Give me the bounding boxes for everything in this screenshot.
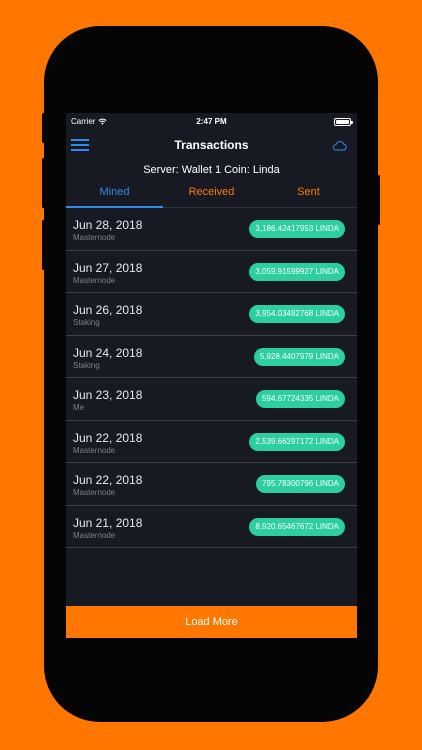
status-time: 2:47 PM <box>196 117 227 126</box>
transaction-row[interactable]: Jun 27, 2018 Masternode 3,059.91599927 L… <box>66 251 357 293</box>
transaction-type: Masternode <box>73 233 116 242</box>
transaction-date: Jun 27, 2018 <box>73 260 143 275</box>
page-title: Transactions <box>174 138 249 152</box>
transaction-type: Masternode <box>73 488 116 497</box>
transaction-row[interactable]: Jun 22, 2018 Masternode 795.78300796 LIN… <box>66 463 357 506</box>
amount-badge: 3,059.91599927 LINDA <box>249 262 345 281</box>
transaction-type: Masternode <box>73 275 116 285</box>
transaction-date: Jun 26, 2018 <box>73 303 143 317</box>
volume-down-button <box>42 220 45 270</box>
transaction-date: Jun 28, 2018 <box>73 218 143 232</box>
server-info: Server: Wallet 1 Coin: Linda <box>143 164 280 176</box>
tab-mined[interactable]: Mined <box>66 181 163 208</box>
amount-badge: 5,928.4407979 LINDA <box>253 347 345 366</box>
amount-badge: 8,920.65467672 LINDA <box>249 517 345 536</box>
transaction-tabs: Mined Received Sent <box>66 181 357 208</box>
transaction-row[interactable]: Jun 28, 2018 Masternode 3,186.42417953 L… <box>66 208 357 251</box>
transaction-row[interactable]: Jun 21, 2018 Masternode 8,920.65467672 L… <box>66 506 357 548</box>
transaction-type: Masternode <box>73 445 116 455</box>
transaction-type: Masternode <box>73 530 116 540</box>
transaction-row[interactable]: Jun 23, 2018 Me 594.67724335 LINDA <box>66 378 357 421</box>
transaction-type: Staking <box>73 318 100 327</box>
amount-badge: 2,539.66297172 LINDA <box>249 432 345 451</box>
load-more-button[interactable]: Load More <box>66 606 357 638</box>
transaction-type: Me <box>73 403 85 412</box>
transaction-date: Jun 22, 2018 <box>73 430 143 445</box>
cloud-icon[interactable] <box>332 141 347 151</box>
transaction-date: Jun 24, 2018 <box>73 345 143 360</box>
transaction-date: Jun 21, 2018 <box>73 515 143 530</box>
tab-received[interactable]: Received <box>163 181 260 207</box>
amount-badge: 3,954.03482768 LINDA <box>249 305 345 323</box>
transaction-date: Jun 23, 2018 <box>73 388 143 402</box>
amount-badge: 594.67724335 LINDA <box>256 390 345 408</box>
navigation-bar: Transactions <box>66 131 357 159</box>
transaction-list: Jun 28, 2018 Masternode 3,186.42417953 L… <box>66 208 357 548</box>
transaction-row[interactable]: Jun 26, 2018 Staking 3,954.03482768 LIND… <box>66 293 357 336</box>
amount-badge: 795.78300796 LINDA <box>256 475 345 493</box>
amount-badge: 3,186.42417953 LINDA <box>249 220 345 238</box>
transaction-type: Staking <box>73 360 100 370</box>
tab-sent[interactable]: Sent <box>260 181 357 207</box>
status-bar: Carrier 2:47 PM <box>66 113 357 131</box>
power-button <box>377 175 380 225</box>
transaction-row[interactable]: Jun 22, 2018 Masternode 2,539.66297172 L… <box>66 421 357 463</box>
app-screen: Carrier 2:47 PM Transactions Server: Wal… <box>66 113 357 638</box>
mute-switch <box>42 113 45 143</box>
volume-up-button <box>42 158 45 208</box>
transaction-date: Jun 22, 2018 <box>73 473 143 487</box>
transaction-row[interactable]: Jun 24, 2018 Staking 5,928.4407979 LINDA <box>66 336 357 378</box>
battery-icon <box>334 118 353 126</box>
